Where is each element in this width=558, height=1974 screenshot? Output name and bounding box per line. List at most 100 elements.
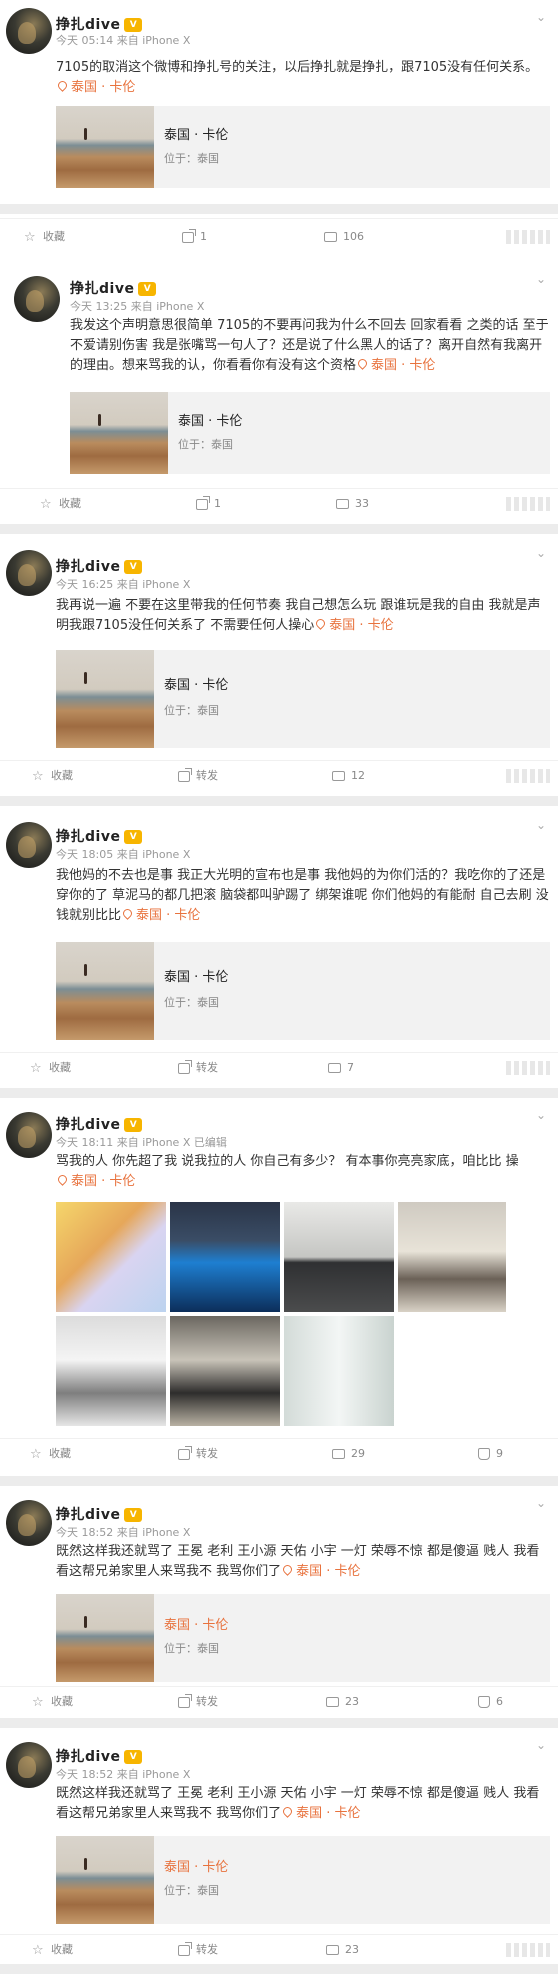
- repost-button[interactable]: 转发: [178, 1693, 218, 1711]
- star-icon: ☆: [30, 1060, 42, 1076]
- avatar[interactable]: [6, 1500, 52, 1546]
- location-link[interactable]: 泰国 · 卡伦: [121, 907, 200, 923]
- place-card[interactable]: 泰国 · 卡伦 位于：泰国: [56, 1594, 550, 1682]
- favorite-button[interactable]: ☆ 收藏: [24, 228, 65, 246]
- favorite-button[interactable]: ☆ 收藏: [40, 495, 81, 513]
- username[interactable]: 挣扎dive V: [70, 278, 157, 298]
- star-icon: ☆: [40, 496, 52, 512]
- place-card[interactable]: 泰国 · 卡伦 位于：泰国: [56, 650, 550, 748]
- vip-badge-icon: V: [124, 18, 143, 32]
- comment-button[interactable]: 23: [326, 1941, 359, 1959]
- share-icon: [178, 1059, 192, 1074]
- photo-thumbnail[interactable]: [284, 1202, 394, 1312]
- avatar[interactable]: [6, 550, 52, 596]
- favorite-button[interactable]: ☆ 收藏: [32, 1693, 73, 1711]
- repost-button[interactable]: 转发: [178, 767, 218, 785]
- favorite-button[interactable]: ☆ 收藏: [30, 1445, 71, 1463]
- like-icon[interactable]: [506, 769, 550, 783]
- comment-button[interactable]: 12: [332, 767, 365, 785]
- star-icon: ☆: [32, 1942, 44, 1958]
- share-icon: [178, 767, 192, 782]
- username[interactable]: 挣扎dive V: [56, 1504, 143, 1524]
- repost-button[interactable]: 转发: [178, 1059, 218, 1077]
- place-card-title: 泰国 · 卡伦: [164, 678, 229, 693]
- avatar[interactable]: [6, 8, 52, 54]
- place-card[interactable]: 泰国 · 卡伦 位于：泰国: [70, 392, 550, 474]
- location-pin-icon: [281, 1563, 295, 1576]
- location-link[interactable]: 泰国 · 卡伦: [281, 1563, 361, 1579]
- like-icon[interactable]: [506, 230, 550, 244]
- repost-button[interactable]: 转发: [178, 1445, 218, 1463]
- location-pin-icon: [121, 907, 134, 920]
- place-card-title: 泰国 · 卡伦: [164, 128, 229, 143]
- vip-badge-icon: V: [124, 830, 143, 844]
- beach-thumbnail: [56, 1836, 154, 1924]
- photo-thumbnail[interactable]: [170, 1316, 280, 1426]
- place-card-subtitle: 位于：泰国: [164, 996, 219, 1009]
- comment-button[interactable]: 106: [324, 228, 364, 246]
- share-icon: [178, 1445, 192, 1460]
- weibo-post: 挣扎dive V 今天 18:11 来自 iPhone X 已编辑 ⌄ 骂我的人 …: [0, 1098, 558, 1486]
- post-meta: 今天 13:25 来自 iPhone X: [70, 300, 205, 313]
- location-link[interactable]: 泰国 · 卡伦: [314, 617, 394, 633]
- post-meta: 今天 18:05 来自 iPhone X: [56, 848, 191, 861]
- photo-thumbnail[interactable]: [56, 1202, 166, 1312]
- vip-badge-icon: V: [138, 282, 157, 296]
- like-icon: [478, 1448, 490, 1460]
- vip-badge-icon: V: [124, 1508, 143, 1522]
- avatar[interactable]: [6, 1742, 52, 1788]
- username[interactable]: 挣扎dive V: [56, 1746, 143, 1766]
- photo-thumbnail[interactable]: [56, 1316, 166, 1426]
- location-link[interactable]: 泰国 · 卡伦: [56, 1173, 135, 1189]
- location-pin-icon: [314, 617, 328, 630]
- repost-button[interactable]: 1: [182, 228, 207, 246]
- photo-thumbnail[interactable]: [170, 1202, 280, 1312]
- place-card-subtitle: 位于：泰国: [164, 152, 219, 165]
- username[interactable]: 挣扎dive V: [56, 826, 143, 846]
- star-icon: ☆: [32, 768, 44, 784]
- comment-button[interactable]: 7: [328, 1059, 354, 1077]
- chevron-down-icon[interactable]: ⌄: [536, 1108, 550, 1122]
- repost-button[interactable]: 转发: [178, 1941, 218, 1959]
- favorite-button[interactable]: ☆ 收藏: [32, 1941, 73, 1959]
- chevron-down-icon[interactable]: ⌄: [536, 10, 550, 24]
- place-card-title: 泰国 · 卡伦: [164, 1618, 229, 1633]
- comment-button[interactable]: 33: [336, 495, 369, 513]
- avatar[interactable]: [6, 1112, 52, 1158]
- username[interactable]: 挣扎dive V: [56, 1114, 143, 1134]
- share-icon: [182, 228, 196, 243]
- like-button[interactable]: 6: [478, 1693, 503, 1711]
- comment-button[interactable]: 23: [326, 1693, 359, 1711]
- location-link[interactable]: 泰国 · 卡伦: [356, 357, 435, 373]
- like-icon[interactable]: [506, 1061, 550, 1075]
- beach-thumbnail: [56, 650, 154, 748]
- username[interactable]: 挣扎dive V: [56, 14, 143, 34]
- comment-button[interactable]: 29: [332, 1445, 365, 1463]
- chevron-down-icon[interactable]: ⌄: [536, 1738, 550, 1752]
- favorite-button[interactable]: ☆ 收藏: [30, 1059, 71, 1077]
- avatar[interactable]: [14, 276, 60, 322]
- post-meta: 今天 18:52 来自 iPhone X: [56, 1526, 191, 1539]
- like-button[interactable]: 9: [478, 1445, 503, 1463]
- chevron-down-icon[interactable]: ⌄: [536, 272, 550, 286]
- location-link[interactable]: 泰国 · 卡伦: [281, 1805, 361, 1821]
- avatar[interactable]: [6, 822, 52, 868]
- photo-thumbnail[interactable]: [398, 1202, 506, 1312]
- photo-thumbnail[interactable]: [284, 1316, 394, 1426]
- place-card[interactable]: 泰国 · 卡伦 位于：泰国: [56, 106, 550, 188]
- repost-button[interactable]: 1: [196, 495, 221, 513]
- location-link[interactable]: 泰国 · 卡伦: [56, 79, 135, 95]
- post-meta: 今天 16:25 来自 iPhone X: [56, 578, 191, 591]
- favorite-button[interactable]: ☆ 收藏: [32, 767, 73, 785]
- chevron-down-icon[interactable]: ⌄: [536, 1496, 550, 1510]
- comment-icon: [332, 1449, 345, 1459]
- share-icon: [178, 1941, 192, 1956]
- like-icon[interactable]: [506, 1943, 550, 1957]
- chevron-down-icon[interactable]: ⌄: [536, 546, 550, 560]
- place-card[interactable]: 泰国 · 卡伦 位于：泰国: [56, 1836, 550, 1924]
- username[interactable]: 挣扎dive V: [56, 556, 143, 576]
- chevron-down-icon[interactable]: ⌄: [536, 818, 550, 832]
- post-meta: 今天 18:52 来自 iPhone X: [56, 1768, 191, 1781]
- like-icon[interactable]: [506, 497, 550, 511]
- place-card[interactable]: 泰国 · 卡伦 位于：泰国: [56, 942, 550, 1040]
